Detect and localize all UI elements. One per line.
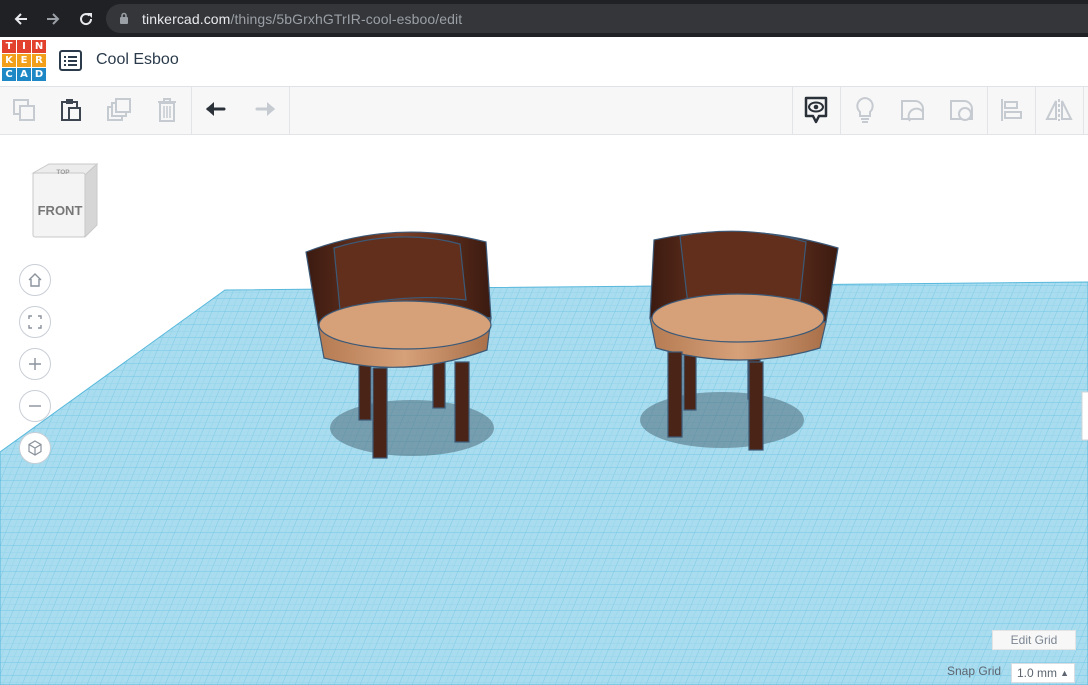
chair-shadow xyxy=(640,392,804,448)
workplane-scene xyxy=(0,230,1088,685)
logo-letter: N xyxy=(32,40,46,53)
forward-arrow-icon[interactable] xyxy=(38,0,68,37)
mirror-icon[interactable] xyxy=(1036,87,1082,133)
panel-collapse-tab[interactable] xyxy=(1081,391,1088,441)
toolbar-divider xyxy=(191,87,192,134)
url-text[interactable]: tinkercad.com/things/5bGrxhGTrIR-cool-es… xyxy=(142,11,462,27)
light-bulb-icon[interactable] xyxy=(842,87,888,133)
undo-icon[interactable] xyxy=(194,87,240,133)
snap-grid-select[interactable]: 1.0 mm ▲ xyxy=(1011,663,1075,683)
logo-letter: R xyxy=(32,54,46,67)
fit-view-icon[interactable] xyxy=(19,306,51,338)
view-cube-top-label: TOP xyxy=(56,169,70,176)
delete-icon[interactable] xyxy=(144,87,190,133)
toolbar-divider xyxy=(1083,87,1084,134)
home-view-icon[interactable] xyxy=(19,264,51,296)
workplane-viewport[interactable] xyxy=(0,135,1088,685)
logo-letter: I xyxy=(17,40,31,53)
chevron-up-icon: ▲ xyxy=(1060,668,1069,678)
design-title[interactable]: Cool Esboo xyxy=(96,51,179,69)
view-cube-front-label: FRONT xyxy=(38,203,83,218)
logo-letter: A xyxy=(17,68,31,81)
edit-grid-button[interactable]: Edit Grid xyxy=(992,630,1076,650)
logo-letter: E xyxy=(17,54,31,67)
browser-toolbar: tinkercad.com/things/5bGrxhGTrIR-cool-es… xyxy=(0,0,1088,37)
zoom-out-icon[interactable] xyxy=(19,390,51,422)
shape-outline-icon[interactable] xyxy=(890,87,936,133)
zoom-in-icon[interactable] xyxy=(19,348,51,380)
url-path: /things/5bGrxhGTrIR-cool-esboo/edit xyxy=(230,11,463,27)
redo-icon[interactable] xyxy=(241,87,287,133)
tinkercad-logo[interactable]: TIN KER CAD xyxy=(2,40,46,84)
view-cube[interactable]: TOP FRONT xyxy=(29,161,101,243)
snap-grid-value: 1.0 mm xyxy=(1017,666,1058,680)
logo-letter: D xyxy=(32,68,46,81)
hole-shape-icon[interactable] xyxy=(939,87,985,133)
design-list-icon[interactable] xyxy=(59,50,82,71)
lock-icon xyxy=(120,12,128,24)
align-icon[interactable] xyxy=(988,87,1034,133)
toolbar-divider xyxy=(289,87,290,134)
workplane-grid[interactable] xyxy=(0,281,1088,685)
back-arrow-icon[interactable] xyxy=(6,0,36,37)
duplicate-icon[interactable] xyxy=(96,87,142,133)
logo-letter: C xyxy=(2,68,16,81)
logo-letter: T xyxy=(2,40,16,53)
perspective-icon[interactable] xyxy=(19,432,51,464)
toolbar-divider xyxy=(840,87,841,134)
copy-icon[interactable] xyxy=(1,87,47,133)
notes-visibility-icon[interactable] xyxy=(793,87,839,133)
logo-letter: K xyxy=(2,54,16,67)
snap-grid-label: Snap Grid xyxy=(947,664,1002,678)
url-host: tinkercad.com xyxy=(142,11,231,27)
reload-icon[interactable] xyxy=(71,0,101,37)
paste-icon[interactable] xyxy=(48,87,94,133)
